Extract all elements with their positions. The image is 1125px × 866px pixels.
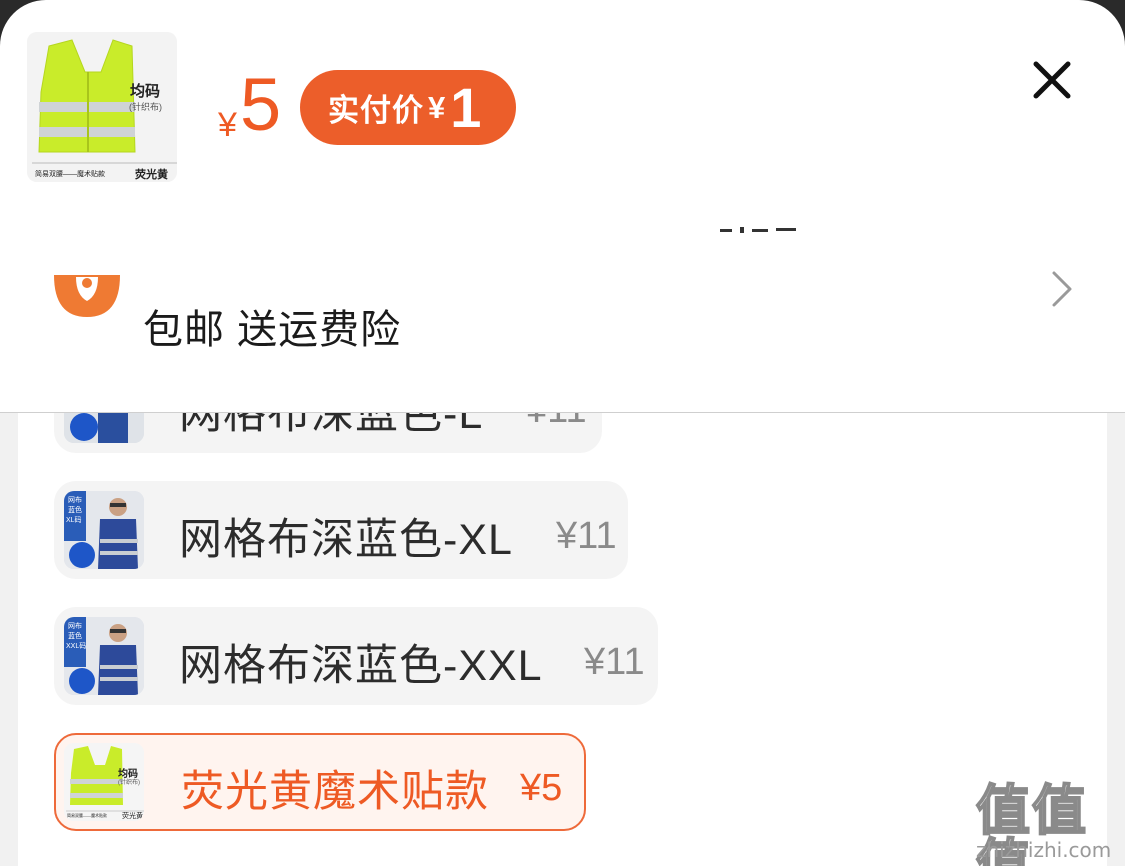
product-caption-left: 简易双腰——魔术贴款 [35, 171, 105, 178]
option-thumb-caption-left: 简易双腰——魔术贴款 [67, 813, 107, 818]
option-name: 网格布深蓝色-L [179, 413, 484, 438]
close-button[interactable] [1030, 58, 1074, 102]
option-item-fluorescent-yellow[interactable]: 均码 (针织布) 简易双腰——魔术贴款 荧光黄 荧光黄魔术贴款 ¥5 [54, 733, 586, 831]
option-thumbnail [64, 413, 144, 443]
option-thumb-tag-1: 网布 [68, 623, 82, 630]
price-value: 5 [240, 63, 282, 146]
watermark-url: zhizhizhi.com [976, 838, 1112, 862]
option-price: ¥11 [526, 413, 587, 432]
option-name: 网格布深蓝色-XL [179, 516, 513, 564]
option-price: ¥11 [556, 515, 617, 557]
option-item-navy-l[interactable]: 网格布深蓝色-L ¥11 [54, 413, 602, 453]
option-thumb-caption-right: 荧光黄 [122, 813, 143, 820]
product-caption-right: 荧光黄 [135, 169, 168, 181]
final-price-currency: ¥ [428, 89, 447, 125]
product-fabric-label: (针织布) [129, 102, 162, 112]
option-price: ¥5 [520, 767, 563, 809]
options-list: 网格布深蓝色-L ¥11 网布 [18, 413, 1107, 866]
final-price-value: 1 [450, 75, 482, 139]
option-thumb-tag-3: XXL码 [66, 643, 87, 650]
option-thumbnail: 均码 (针织布) 简易双腰——魔术贴款 荧光黄 [64, 743, 144, 821]
product-size-label: 均码 [130, 83, 161, 100]
option-thumb-tag-3: XL码 [66, 517, 82, 524]
option-thumb-tag-2: 蓝色 [68, 507, 82, 514]
shipping-shield-icon [54, 275, 120, 317]
sku-selector-sheet: 均码 (针织布) 简易双腰——魔术贴款 荧光黄 ¥ 5 实付价 ¥ 1 包邮 送 [0, 0, 1125, 866]
option-thumb-tag-2: 蓝色 [68, 633, 82, 640]
final-price-badge: 实付价 ¥ 1 [300, 70, 516, 145]
final-price-label: 实付价 [328, 93, 424, 128]
close-icon [1033, 61, 1071, 99]
clipped-text-fragment [718, 222, 808, 234]
product-thumbnail: 均码 (针织布) 简易双腰——魔术贴款 荧光黄 [27, 32, 177, 182]
option-thumbnail: 网布 蓝色 XXL码 [64, 617, 144, 695]
option-price: ¥11 [584, 641, 645, 683]
price-currency: ¥ [218, 106, 237, 144]
chevron-right-icon [1052, 271, 1072, 307]
option-thumb-fabric: (针织布) [118, 780, 140, 786]
option-name: 网格布深蓝色-XXL [179, 642, 543, 690]
option-thumb-tag-1: 网布 [68, 497, 82, 504]
option-thumbnail: 网布 蓝色 XL码 [64, 491, 144, 569]
options-panel: 网格布深蓝色-L ¥11 网布 [0, 413, 1125, 866]
option-item-navy-xl[interactable]: 网布 蓝色 XL码 网格布深蓝色-XL ¥11 [54, 481, 628, 579]
option-item-navy-xxl[interactable]: 网布 蓝色 XXL码 网格布深蓝色-XXL ¥11 [54, 607, 658, 705]
shipping-text: 包邮 送运费险 [143, 308, 402, 352]
shipping-row[interactable]: 包邮 送运费险 [0, 255, 1125, 370]
option-name: 荧光黄魔术贴款 [181, 768, 489, 816]
